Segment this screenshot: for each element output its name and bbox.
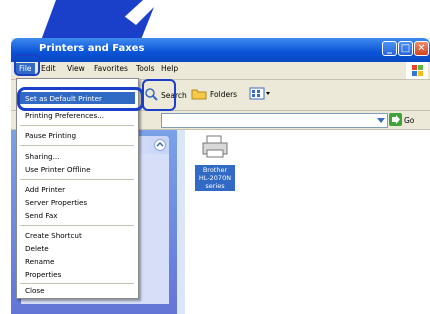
menu-separator xyxy=(20,283,134,284)
folders-button[interactable]: Folders xyxy=(191,87,237,102)
menu-separator xyxy=(20,145,134,146)
menu-edit[interactable]: Edit xyxy=(41,64,56,73)
title-bar: Printers and Faxes _ □ ✕ xyxy=(11,38,430,62)
go-label: Go xyxy=(404,116,415,125)
menu-help[interactable]: Help xyxy=(161,64,178,73)
menu-item-server-properties[interactable]: Server Properties xyxy=(25,198,87,207)
menu-separator xyxy=(20,125,134,126)
printer-label: Brother HL-2070N series xyxy=(195,165,235,191)
menu-item-add-printer[interactable]: Add Printer xyxy=(25,185,65,194)
menu-view[interactable]: View xyxy=(67,64,85,73)
close-button[interactable]: ✕ xyxy=(414,41,429,56)
views-button[interactable] xyxy=(249,87,271,102)
menu-favorites[interactable]: Favorites xyxy=(94,64,128,73)
views-icon xyxy=(249,87,271,102)
folder-icon xyxy=(191,87,207,102)
menu-separator xyxy=(20,225,134,226)
go-button[interactable]: Go xyxy=(389,113,414,128)
go-arrow-icon xyxy=(389,113,402,128)
collapse-icon[interactable] xyxy=(154,139,166,151)
address-input[interactable] xyxy=(161,113,388,128)
printers-list: Brother HL-2070N series xyxy=(185,130,430,314)
folders-label: Folders xyxy=(210,90,238,99)
printer-item[interactable]: Brother HL-2070N series xyxy=(195,135,235,191)
menu-item-sharing[interactable]: Sharing... xyxy=(25,152,59,161)
menu-separator xyxy=(20,179,134,180)
menu-item-close[interactable]: Close xyxy=(25,286,45,295)
menu-item-properties[interactable]: Properties xyxy=(25,270,61,279)
file-menu-dropdown: Set as Default Printer Printing Preferen… xyxy=(16,78,139,299)
scrollbar[interactable] xyxy=(177,130,185,314)
maximize-button[interactable]: □ xyxy=(398,41,413,56)
menu-item-create-shortcut[interactable]: Create Shortcut xyxy=(25,231,82,240)
menu-item-pause-printing[interactable]: Pause Printing xyxy=(25,131,76,140)
search-callout xyxy=(142,79,176,111)
file-menu-callout xyxy=(14,54,40,76)
printer-icon xyxy=(202,135,228,158)
menu-item-printing-preferences[interactable]: Printing Preferences... xyxy=(25,111,104,120)
menu-item-rename[interactable]: Rename xyxy=(25,257,54,266)
windows-logo-icon xyxy=(406,62,428,79)
minimize-button[interactable]: _ xyxy=(382,41,397,56)
menu-tools[interactable]: Tools xyxy=(136,64,154,73)
window-title: Printers and Faxes xyxy=(39,43,145,54)
menu-item-send-fax[interactable]: Send Fax xyxy=(25,211,58,220)
menu-item-delete[interactable]: Delete xyxy=(25,244,49,253)
chevron-down-icon[interactable] xyxy=(377,117,385,124)
menu-item-use-printer-offline[interactable]: Use Printer Offline xyxy=(25,165,91,174)
set-default-callout xyxy=(17,87,144,111)
